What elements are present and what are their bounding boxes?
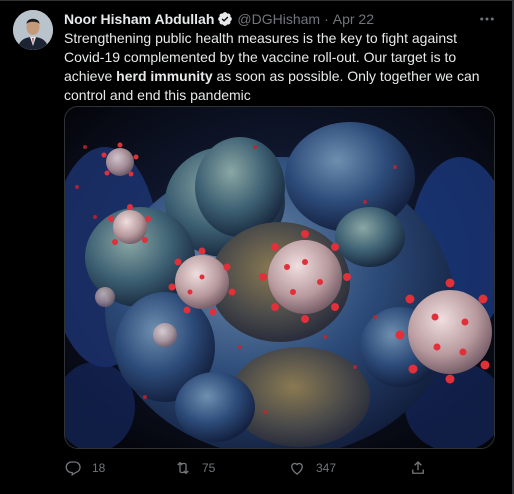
share-icon [412, 461, 424, 474]
reply-icon [65, 461, 81, 476]
author-name[interactable]: Noor Hisham Abdullah [64, 10, 214, 28]
more-options-icon[interactable] [478, 10, 496, 28]
virus-image-icon [65, 107, 494, 448]
like-button[interactable]: 347 [288, 458, 336, 478]
tweet-text: Strengthening public health measures is … [64, 29, 496, 105]
reply-count: 18 [92, 461, 106, 475]
tweet-actions: 18 75 347 [64, 458, 434, 478]
retweet-count: 75 [202, 461, 216, 475]
top-divider [0, 0, 514, 1]
reply-button[interactable]: 18 [64, 458, 105, 478]
retweet-button[interactable]: 75 [174, 458, 215, 478]
retweet-icon [177, 461, 189, 475]
tweet-media-image[interactable] [64, 106, 495, 449]
separator-dot: · [324, 11, 329, 27]
avatar[interactable] [13, 10, 53, 50]
verified-badge-icon [218, 12, 233, 26]
heart-icon [291, 462, 303, 475]
like-count: 347 [316, 461, 337, 475]
tweet-text-bold: herd immunity [116, 68, 213, 84]
tweet-header: Noor Hisham Abdullah @DGHisham · Apr 22 [64, 10, 374, 28]
share-button[interactable] [409, 458, 437, 478]
tweet-date[interactable]: Apr 22 [333, 10, 374, 28]
author-handle[interactable]: @DGHisham [237, 10, 320, 28]
